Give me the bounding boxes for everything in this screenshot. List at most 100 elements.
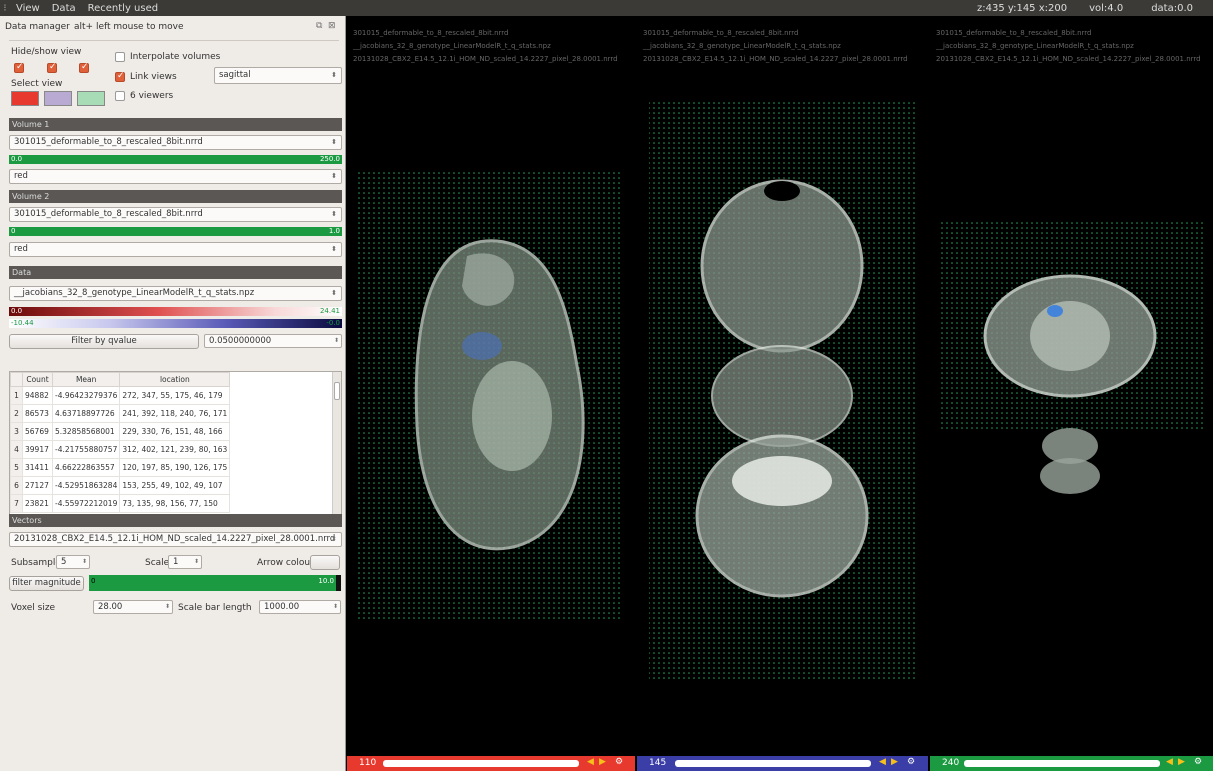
prev-slice-icon[interactable]: ◀ [1166, 757, 1173, 767]
table-row[interactable]: 5 31411 4.66222863557 120, 197, 85, 190, 12… [10, 458, 231, 477]
chevron-updown-icon: ⬍ [331, 535, 337, 543]
volume2-lut: red [14, 244, 28, 254]
data-readout: data:0.0 [1151, 2, 1193, 14]
menu-view[interactable]: View [10, 3, 46, 14]
volume2-min: 0 [11, 227, 16, 235]
header-location[interactable]: location [119, 372, 231, 387]
filter-qvalue-button[interactable]: Filter by qvalue [9, 334, 199, 349]
row-index: 7 [10, 494, 23, 513]
data-file-select[interactable]: __jacobians_32_8_genotype_LinearModelR_t… [9, 286, 342, 301]
volume2-range-slider[interactable]: 0 1.0 [9, 227, 342, 236]
select-view3-swatch[interactable] [77, 91, 105, 106]
select-view1-swatch[interactable] [11, 91, 39, 106]
volume2-lut-select[interactable]: red ⬍ [9, 242, 342, 257]
table-row[interactable]: 3 56769 5.32858568001 229, 330, 76, 151, 48… [10, 422, 231, 441]
vol-readout: vol:4.0 [1089, 2, 1124, 14]
arrow-colour-button[interactable] [310, 555, 340, 570]
menu-data[interactable]: Data [46, 3, 82, 14]
volume1-lut-select[interactable]: red ⬍ [9, 169, 342, 184]
table-row[interactable]: 1 94882 -4.96423279376 272, 347, 55, 175, 4… [10, 386, 231, 405]
hide-show-view1-checkbox[interactable] [14, 62, 24, 73]
slice-track-sagittal[interactable] [383, 760, 579, 767]
scalebar-length-label: Scale bar length [178, 603, 252, 613]
close-icon[interactable]: ⊠ [328, 21, 336, 31]
table-row[interactable]: 4 39917 -4.21755880757 312, 402, 121, 239, … [10, 440, 231, 459]
orientation-select[interactable]: sagittal ⬍ [214, 67, 342, 84]
table-row[interactable]: 7 23821 -4.55972212019 73, 135, 98, 156, 77… [10, 494, 231, 513]
viewer2-image [649, 101, 917, 681]
qvalue-input[interactable]: 0.0500000000 ⬍ [204, 334, 342, 348]
row-location: 153, 255, 49, 102, 49, 107 [119, 476, 231, 495]
chevron-updown-icon: ⬍ [331, 289, 337, 297]
interpolate-checkbox[interactable] [115, 52, 125, 62]
spin-arrows-icon: ⬍ [333, 337, 339, 344]
row-mean: -4.52951863284 [51, 476, 121, 495]
next-slice-icon[interactable]: ▶ [891, 757, 898, 767]
slice-number-sagittal: 110 [359, 758, 377, 768]
volume1-file-select[interactable]: 301015_deformable_to_8_rescaled_8bit.nrr… [9, 135, 342, 150]
chevron-updown-icon: ⬍ [331, 71, 337, 79]
panel-title: Data manager [5, 22, 70, 32]
volume1-range-slider[interactable]: 0.0 250.0 [9, 155, 342, 164]
scalebar-length-spinbox[interactable]: 1000.00 ⬍ [259, 600, 341, 614]
spin-arrows-icon: ⬍ [193, 558, 199, 565]
cluster-table[interactable]: Count Mean location 1 94882 -4.96423279376… [9, 371, 342, 517]
voxel-size-label: Voxel size [11, 603, 56, 613]
subsample-value: 5 [61, 557, 67, 567]
voxel-value: 28.00 [98, 602, 123, 612]
six-viewers-checkbox[interactable] [115, 91, 125, 101]
slice-number-axial: 240 [942, 758, 960, 768]
subsample-spinbox[interactable]: 5 ⬍ [56, 555, 90, 569]
gear-icon[interactable]: ⚙ [615, 757, 623, 767]
volume2-file-select[interactable]: 301015_deformable_to_8_rescaled_8bit.nrr… [9, 207, 342, 222]
voxel-size-spinbox[interactable]: 28.00 ⬍ [93, 600, 173, 614]
scale-value: 1 [173, 557, 179, 567]
viewer-sagittal[interactable]: 301015_deformable_to_8_rescaled_8bit.nrr… [347, 16, 635, 756]
prev-slice-icon[interactable]: ◀ [587, 757, 594, 767]
orientation-value: sagittal [219, 70, 251, 80]
negative-threshold-slider[interactable]: -10.44 -0.0 [9, 319, 342, 328]
data-file: __jacobians_32_8_genotype_LinearModelR_t… [14, 288, 255, 298]
slice-track-coronal[interactable] [675, 760, 871, 767]
slice-track-axial[interactable] [964, 760, 1160, 767]
header-count[interactable]: Count [22, 372, 53, 387]
filter-magnitude-button[interactable]: filter magnitude [9, 576, 84, 591]
vectors-file-select[interactable]: 20131028_CBX2_E14.5_12.1i_HOM_ND_scaled_… [9, 532, 342, 547]
slice-number-coronal: 145 [649, 758, 667, 768]
viewer3-image [940, 221, 1205, 494]
scale-spinbox[interactable]: 1 ⬍ [168, 555, 202, 569]
chevron-updown-icon: ⬍ [331, 172, 337, 180]
slice-slider-coronal[interactable]: 145 ◀ ▶ ⚙ [637, 756, 928, 771]
grip-icon[interactable]: ⁝ [0, 3, 10, 14]
magnitude-handle[interactable] [336, 575, 341, 591]
neg-max: -0.0 [326, 319, 340, 327]
link-views-checkbox[interactable] [115, 71, 125, 82]
row-location: 312, 402, 121, 239, 80, 163 [119, 440, 231, 459]
slice-slider-axial[interactable]: 240 ◀ ▶ ⚙ [930, 756, 1213, 771]
prev-slice-icon[interactable]: ◀ [879, 757, 886, 767]
row-mean: -4.96423279376 [51, 386, 121, 405]
hide-show-view2-checkbox[interactable] [47, 62, 57, 73]
table-row[interactable]: 2 86573 4.63718897726 241, 392, 118, 240, 7… [10, 404, 231, 423]
viewer-axial[interactable]: 301015_deformable_to_8_rescaled_8bit.nrr… [930, 16, 1213, 756]
magnitude-slider[interactable]: 0 10.0 [89, 575, 336, 591]
gear-icon[interactable]: ⚙ [1194, 757, 1202, 767]
viewer-coronal[interactable]: 301015_deformable_to_8_rescaled_8bit.nrr… [637, 16, 928, 756]
slice-slider-sagittal[interactable]: 110 ◀ ▶ ⚙ [347, 756, 635, 771]
volume1-file: 301015_deformable_to_8_rescaled_8bit.nrr… [14, 137, 203, 147]
row-count: 56769 [22, 422, 53, 441]
volume1-header: Volume 1 [9, 118, 342, 131]
menu-recently-used[interactable]: Recently used [82, 3, 164, 14]
row-count: 39917 [22, 440, 53, 459]
next-slice-icon[interactable]: ▶ [599, 757, 606, 767]
gear-icon[interactable]: ⚙ [907, 757, 915, 767]
float-icon[interactable]: ⧉ [316, 21, 322, 31]
next-slice-icon[interactable]: ▶ [1178, 757, 1185, 767]
table-scrollbar[interactable] [332, 372, 341, 516]
table-row[interactable]: 6 27127 -4.52951863284 153, 255, 49, 102, 4… [10, 476, 231, 495]
hide-show-view3-checkbox[interactable] [79, 62, 89, 73]
row-index: 5 [10, 458, 23, 477]
header-mean[interactable]: Mean [51, 372, 121, 387]
positive-threshold-slider[interactable]: 0.0 24.41 [9, 307, 342, 316]
select-view2-swatch[interactable] [44, 91, 72, 106]
